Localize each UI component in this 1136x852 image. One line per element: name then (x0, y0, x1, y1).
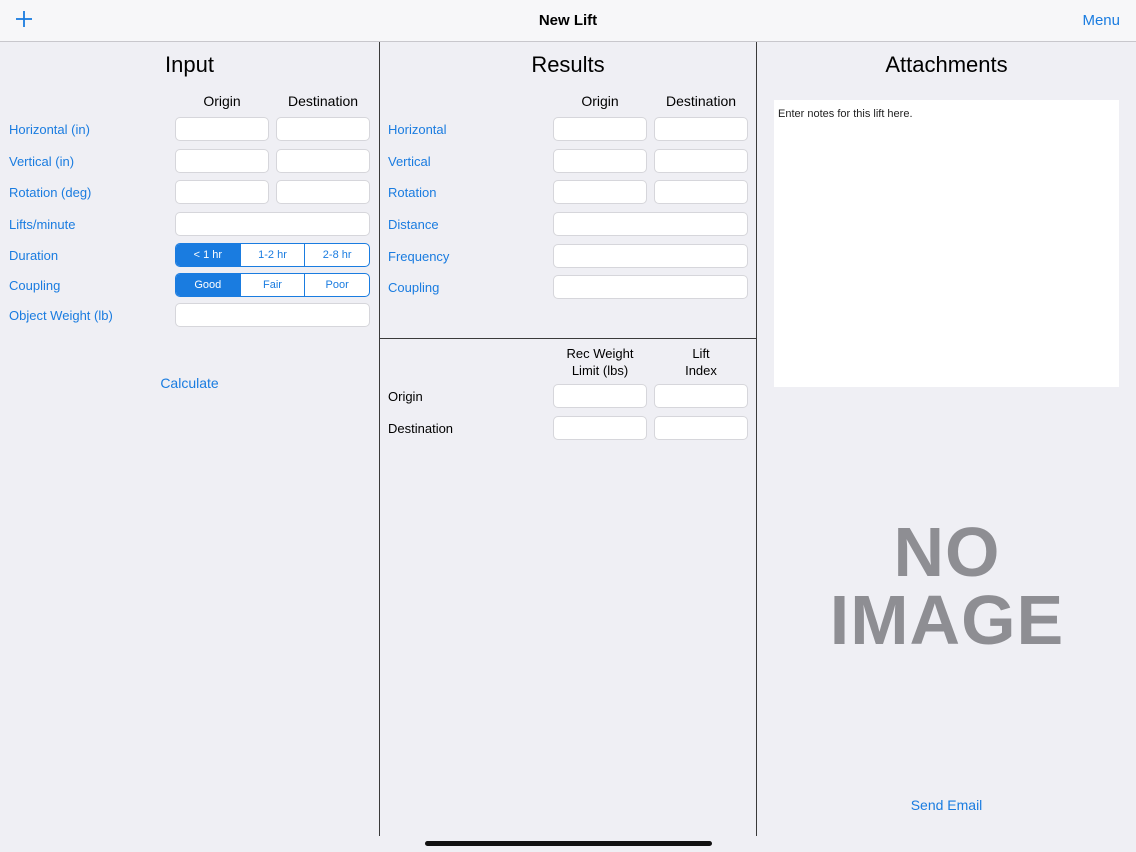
li-destination-field (654, 416, 748, 440)
results-horizontal-label: Horizontal (388, 122, 447, 137)
duration-option-1-2[interactable]: 1-2 hr (239, 244, 305, 266)
vertical-origin-input[interactable] (175, 149, 269, 173)
object-weight-input[interactable] (175, 303, 370, 327)
li-header-line2: Index (685, 363, 717, 378)
results-coupling-label: Coupling (388, 280, 440, 295)
no-image-placeholder[interactable]: NO IMAGE (800, 513, 1094, 659)
results-distance-field (553, 212, 748, 236)
rotation-label: Rotation (deg) (9, 185, 92, 200)
li-origin-field (654, 384, 748, 408)
rotation-origin-input[interactable] (175, 180, 269, 204)
horizontal-label: Horizontal (in) (9, 122, 90, 137)
limits-origin-label: Origin (388, 389, 423, 404)
navigation-bar: New Lift Menu (0, 0, 1136, 42)
send-email-button[interactable]: Send Email (757, 797, 1136, 813)
panel-divider-right (756, 42, 757, 836)
results-horizontal-origin (553, 117, 647, 141)
results-distance-label: Distance (388, 217, 439, 232)
horizontal-destination-input[interactable] (276, 117, 370, 141)
duration-option-lt1[interactable]: < 1 hr (176, 244, 240, 266)
page-title: New Lift (538, 12, 598, 29)
no-image-line2: IMAGE (829, 581, 1065, 659)
notes-placeholder: Enter notes for this lift here. (778, 108, 913, 120)
results-frequency-field (553, 244, 748, 268)
coupling-option-good[interactable]: Good (176, 274, 240, 296)
rwl-origin-field (553, 384, 647, 408)
duration-segmented-control: < 1 hr 1-2 hr 2-8 hr (175, 243, 370, 267)
results-vertical-label: Vertical (388, 154, 431, 169)
results-title: Results (531, 52, 605, 77)
calculate-button[interactable]: Calculate (0, 375, 379, 391)
horizontal-origin-input[interactable] (175, 117, 269, 141)
home-indicator[interactable] (425, 841, 712, 846)
rwl-header-line2: Limit (lbs) (571, 363, 629, 378)
results-rotation-origin (553, 180, 647, 204)
results-coupling-field (553, 275, 748, 299)
results-col-origin: Origin (581, 93, 619, 109)
results-rotation-destination (654, 180, 748, 204)
rwl-header-line1: Rec Weight (566, 346, 634, 361)
rwl-destination-field (553, 416, 647, 440)
results-frequency-label: Frequency (388, 249, 450, 264)
panel-divider-left (379, 42, 380, 836)
no-image-line1: NO (893, 513, 1001, 591)
object-weight-label: Object Weight (lb) (9, 308, 113, 323)
results-vertical-destination (654, 149, 748, 173)
coupling-segmented-control: Good Fair Poor (175, 273, 370, 297)
notes-textarea[interactable]: Enter notes for this lift here. (774, 100, 1119, 387)
vertical-label: Vertical (in) (9, 154, 75, 169)
duration-option-2-8[interactable]: 2-8 hr (304, 244, 369, 266)
lift-index-header: Lift Index (654, 345, 748, 379)
rwl-header: Rec Weight Limit (lbs) (553, 345, 647, 379)
results-divider (380, 338, 756, 339)
lifts-per-minute-label: Lifts/minute (9, 217, 76, 232)
lifts-per-minute-input[interactable] (175, 212, 370, 236)
duration-label: Duration (9, 248, 59, 263)
input-col-destination: Destination (287, 93, 359, 109)
coupling-label: Coupling (9, 278, 61, 293)
results-horizontal-destination (654, 117, 748, 141)
input-col-origin: Origin (203, 93, 241, 109)
results-col-destination: Destination (665, 93, 737, 109)
rotation-destination-input[interactable] (276, 180, 370, 204)
results-vertical-origin (553, 149, 647, 173)
coupling-option-poor[interactable]: Poor (304, 274, 369, 296)
vertical-destination-input[interactable] (276, 149, 370, 173)
attachments-title: Attachments (885, 52, 1008, 77)
menu-button[interactable]: Menu (1082, 12, 1120, 29)
li-header-line1: Lift (692, 346, 710, 361)
limits-destination-label: Destination (388, 421, 454, 436)
input-title: Input (165, 52, 214, 77)
results-rotation-label: Rotation (388, 185, 437, 200)
coupling-option-fair[interactable]: Fair (239, 274, 305, 296)
